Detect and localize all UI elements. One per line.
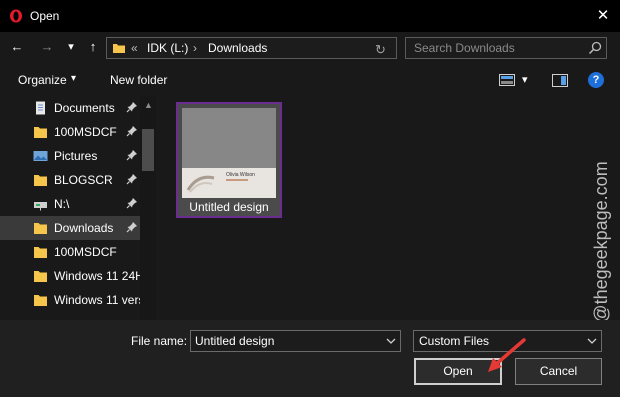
documents-icon <box>36 101 45 115</box>
annotation-arrow-icon <box>488 338 526 372</box>
file-name-value[interactable]: Untitled design <box>195 334 274 348</box>
pin-icon <box>126 150 137 161</box>
navigation-bar: ← → ▾ ↑ « IDK (L:) › Downloads ↻ Search … <box>0 32 620 64</box>
change-view-icon[interactable] <box>499 74 515 86</box>
refresh-icon[interactable]: ↻ <box>375 42 386 58</box>
folder-icon <box>34 223 47 234</box>
watermark: @thegeekpage.com <box>591 161 611 322</box>
breadcrumb-drive[interactable]: IDK (L:) <box>147 41 188 55</box>
sidebar-item-network-drive[interactable]: N:\ <box>0 192 140 216</box>
up-button[interactable]: ↑ <box>84 38 102 56</box>
folder-icon <box>34 247 47 258</box>
content-area: Documents 100MSDCF Pictures BLOGSCR N:\ … <box>0 96 620 323</box>
thumbnail-accent-line <box>226 179 248 181</box>
file-thumbnail: Olivia Wilson <box>182 108 276 198</box>
new-folder-button[interactable]: New folder <box>110 73 167 87</box>
navigation-scrollbar[interactable]: ▲ <box>140 96 156 320</box>
file-name-label: File name: <box>131 334 188 348</box>
search-icon[interactable] <box>588 41 602 55</box>
navigation-pane: Documents 100MSDCF Pictures BLOGSCR N:\ … <box>0 96 158 320</box>
command-toolbar: Organize ▾ New folder ▾ ? <box>0 64 620 96</box>
recent-locations-button[interactable]: ▾ <box>64 38 78 56</box>
sidebar-item-blogscr[interactable]: BLOGSCR <box>0 168 140 192</box>
folder-icon <box>34 127 47 138</box>
sidebar-item-pictures[interactable]: Pictures <box>0 144 140 168</box>
sidebar-item-windows-11-vers[interactable]: Windows 11 vers <box>0 288 140 312</box>
thumbnail-graphic <box>186 175 215 193</box>
help-icon[interactable]: ? <box>588 72 604 88</box>
organize-dropdown-icon[interactable]: ▾ <box>71 73 76 84</box>
pictures-icon <box>33 151 48 161</box>
search-box[interactable]: Search Downloads <box>405 37 607 59</box>
scroll-up-icon[interactable]: ▲ <box>144 100 153 110</box>
thumbnail-text: Olivia Wilson <box>226 172 255 178</box>
preview-pane-icon[interactable] <box>552 74 568 87</box>
sidebar-item-documents[interactable]: Documents <box>0 96 140 120</box>
pin-icon <box>126 222 137 233</box>
organize-button[interactable]: Organize <box>18 73 67 87</box>
pin-icon <box>126 126 137 137</box>
file-tile-untitled-design[interactable]: Olivia Wilson Untitled design <box>176 102 282 218</box>
sidebar-item-100msdcf[interactable]: 100MSDCF <box>0 120 140 144</box>
breadcrumb-downloads[interactable]: Downloads <box>208 41 267 55</box>
thumbnail-card: Olivia Wilson <box>182 168 276 198</box>
folder-icon <box>34 175 47 186</box>
watermark-text: @thegeekpage.com <box>591 161 611 322</box>
back-button[interactable]: ← <box>8 38 26 56</box>
sidebar-item-label: Windows 11 vers <box>54 293 140 307</box>
forward-button[interactable]: → <box>38 38 56 56</box>
pin-icon <box>126 102 137 113</box>
folder-icon <box>113 44 125 53</box>
close-button[interactable]: ✕ <box>592 5 614 27</box>
sidebar-item-downloads[interactable]: Downloads <box>0 216 140 240</box>
breadcrumb-overflow[interactable]: « <box>131 41 138 55</box>
file-list-pane: Olivia Wilson Untitled design <box>158 96 620 320</box>
sidebar-item-label: 100MSDCF <box>54 245 117 259</box>
window-title: Open <box>30 9 60 23</box>
file-name-label: Untitled design <box>189 200 269 214</box>
sidebar-item-windows-11-24h[interactable]: Windows 11 24H <box>0 264 140 288</box>
scroll-thumb[interactable] <box>142 129 154 171</box>
file-name-field[interactable]: Untitled design <box>190 330 401 352</box>
chevron-down-icon[interactable] <box>586 335 598 347</box>
search-input[interactable]: Search Downloads <box>414 41 515 55</box>
pin-icon <box>126 174 137 185</box>
chevron-down-icon[interactable] <box>385 335 397 347</box>
pin-icon <box>126 198 137 209</box>
folder-icon <box>34 295 47 306</box>
folder-icon <box>34 271 47 282</box>
sidebar-item-100msdcf-2[interactable]: 100MSDCF <box>0 240 140 264</box>
breadcrumb-separator: › <box>193 41 197 55</box>
file-type-value: Custom Files <box>419 334 490 348</box>
sidebar-item-label: Windows 11 24H <box>54 269 140 283</box>
address-bar[interactable]: « IDK (L:) › Downloads ↻ <box>106 37 397 59</box>
view-dropdown-icon[interactable]: ▾ <box>522 73 528 86</box>
title-bar: Open ✕ <box>0 0 620 32</box>
network-drive-icon <box>34 202 47 211</box>
opera-icon <box>10 9 22 23</box>
